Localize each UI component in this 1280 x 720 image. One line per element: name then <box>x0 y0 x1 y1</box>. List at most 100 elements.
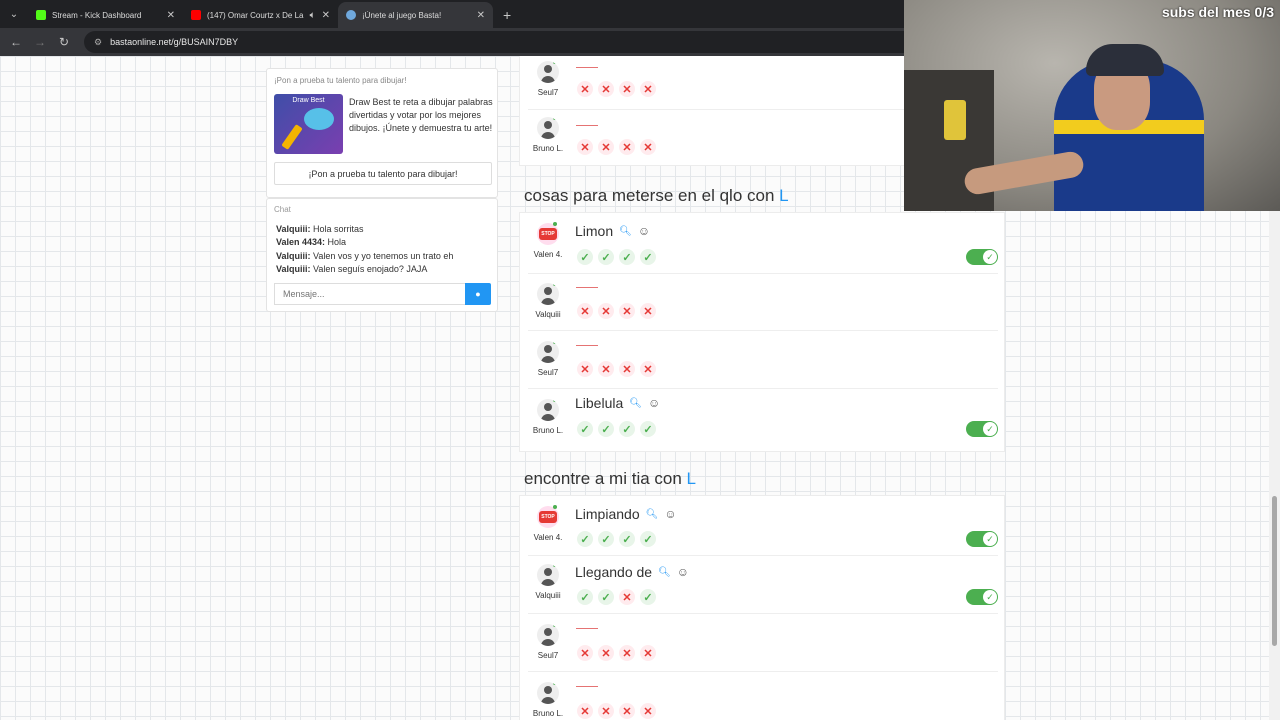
reject-icon[interactable]: ✕ <box>577 361 593 377</box>
answer-text: Llegando de 🔍︎ ☺ <box>575 564 689 580</box>
reject-icon[interactable]: ✕ <box>619 589 635 605</box>
approve-icon[interactable]: ✓ <box>598 589 614 605</box>
reject-icon[interactable]: ✕ <box>619 703 635 719</box>
site-info-icon[interactable]: ⚙ <box>94 37 102 48</box>
vote-icons: ✕ ✕ ✕ ✕ <box>577 703 656 719</box>
player-avatar: Bruno L. <box>530 117 566 153</box>
search-icon[interactable]: 🔍︎ <box>619 226 632 237</box>
online-dot <box>553 61 557 64</box>
search-icon[interactable]: 🔍︎ <box>629 398 642 409</box>
validity-toggle[interactable] <box>966 589 998 605</box>
user-icon <box>537 61 559 83</box>
player-name: Seul7 <box>537 368 559 377</box>
promo-button[interactable]: ¡Pon a prueba tu talento para dibujar! <box>274 162 492 185</box>
webcam-object <box>944 100 966 140</box>
speech-bubble-icon <box>304 108 334 130</box>
chat-header: Chat <box>274 205 291 214</box>
speaker-icon[interactable]: 🔈︎ <box>310 10 316 21</box>
reject-icon[interactable]: ✕ <box>640 645 656 661</box>
reject-icon[interactable]: ✕ <box>577 645 593 661</box>
empty-answer-dash <box>576 686 598 687</box>
stop-icon: STOP <box>537 222 559 245</box>
reject-icon[interactable]: ✕ <box>619 645 635 661</box>
reject-icon[interactable]: ✕ <box>640 303 656 319</box>
approve-icon[interactable]: ✓ <box>640 249 656 265</box>
answers-card-category-1: STOP Valen 4. Limon 🔍︎ ☺ ✓ ✓ ✓ ✓ Valquiii ✕… <box>519 212 1005 452</box>
player-avatar: Bruno L. <box>530 682 566 718</box>
reject-icon[interactable]: ✕ <box>577 303 593 319</box>
approve-icon[interactable]: ✓ <box>619 421 635 437</box>
close-icon[interactable]: ✕ <box>477 10 485 21</box>
tab-title: ¡Únete al juego Basta! <box>362 10 442 20</box>
reject-icon[interactable]: ✕ <box>640 81 656 97</box>
search-icon[interactable]: 🔍︎ <box>658 567 671 578</box>
approve-icon[interactable]: ✓ <box>598 531 614 547</box>
forward-arrow-icon[interactable]: → <box>30 32 50 52</box>
approve-icon[interactable]: ✓ <box>619 531 635 547</box>
back-arrow-icon[interactable]: ← <box>6 32 26 52</box>
validity-toggle[interactable] <box>966 421 998 437</box>
reject-icon[interactable]: ✕ <box>598 703 614 719</box>
reject-icon[interactable]: ✕ <box>619 81 635 97</box>
tab-basta[interactable]: ¡Únete al juego Basta! ✕ <box>338 2 493 28</box>
vote-icons: ✓ ✓ ✕ ✓ <box>577 589 656 605</box>
close-icon[interactable]: ✕ <box>322 10 330 21</box>
address-bar[interactable]: ⚙ bastaonline.net/g/BUSAIN7DBY <box>84 31 954 53</box>
approve-icon[interactable]: ✓ <box>598 421 614 437</box>
emoji-icon[interactable]: ☺ <box>648 396 660 410</box>
reject-icon[interactable]: ✕ <box>640 703 656 719</box>
online-dot <box>553 624 557 627</box>
reload-icon[interactable]: ↻ <box>54 32 74 52</box>
reject-icon[interactable]: ✕ <box>598 361 614 377</box>
reject-icon[interactable]: ✕ <box>598 303 614 319</box>
approve-icon[interactable]: ✓ <box>577 531 593 547</box>
stop-icon: STOP <box>537 505 559 528</box>
approve-icon[interactable]: ✓ <box>640 421 656 437</box>
tab-kick-dashboard[interactable]: Stream - Kick Dashboard ✕ <box>28 2 183 28</box>
basta-favicon-icon <box>346 10 356 20</box>
approve-icon[interactable]: ✓ <box>640 531 656 547</box>
reject-icon[interactable]: ✕ <box>598 81 614 97</box>
user-icon <box>537 341 559 363</box>
reject-icon[interactable]: ✕ <box>619 139 635 155</box>
chat-message-input[interactable] <box>274 283 466 305</box>
vote-icons: ✕ ✕ ✕ ✕ <box>577 361 656 377</box>
chat-message: Valquiii: Hola sorritas <box>276 224 364 234</box>
youtube-favicon-icon <box>191 10 201 20</box>
approve-icon[interactable]: ✓ <box>577 249 593 265</box>
reject-icon[interactable]: ✕ <box>640 361 656 377</box>
scrollbar-thumb[interactable] <box>1272 496 1277 646</box>
reject-icon[interactable]: ✕ <box>619 361 635 377</box>
new-tab-plus-icon[interactable]: + <box>493 2 521 28</box>
validity-toggle[interactable] <box>966 249 998 265</box>
emoji-icon[interactable]: ☺ <box>677 565 689 579</box>
approve-icon[interactable]: ✓ <box>577 589 593 605</box>
close-icon[interactable]: ✕ <box>167 10 175 21</box>
reject-icon[interactable]: ✕ <box>598 645 614 661</box>
approve-icon[interactable]: ✓ <box>577 421 593 437</box>
search-icon[interactable]: 🔍︎ <box>646 509 659 520</box>
approve-icon[interactable]: ✓ <box>619 249 635 265</box>
send-message-button[interactable]: ● <box>465 283 491 305</box>
reject-icon[interactable]: ✕ <box>619 303 635 319</box>
emoji-icon[interactable]: ☺ <box>664 507 676 521</box>
approve-icon[interactable]: ✓ <box>598 249 614 265</box>
validity-toggle[interactable] <box>966 531 998 547</box>
approve-icon[interactable]: ✓ <box>640 589 656 605</box>
tab-search-icon[interactable]: ⌄ <box>0 0 28 28</box>
vote-icons: ✕ ✕ ✕ ✕ <box>577 645 656 661</box>
reject-icon[interactable]: ✕ <box>598 139 614 155</box>
webcam-cap <box>1086 44 1164 76</box>
reject-icon[interactable]: ✕ <box>577 81 593 97</box>
empty-answer-dash <box>576 345 598 346</box>
answer-word: Libelula <box>575 395 624 411</box>
reject-icon[interactable]: ✕ <box>577 139 593 155</box>
online-dot <box>553 283 557 286</box>
chat-panel: Chat Valquiii: Hola sorritas Valen 4434:… <box>266 198 498 312</box>
reject-icon[interactable]: ✕ <box>577 703 593 719</box>
draw-best-image[interactable]: Draw Best <box>274 94 343 154</box>
emoji-icon[interactable]: ☺ <box>638 224 650 238</box>
reject-icon[interactable]: ✕ <box>640 139 656 155</box>
tab-youtube[interactable]: (147) Omar Courtz x De La 🔈︎ ✕ <box>183 2 338 28</box>
vote-icons: ✓ ✓ ✓ ✓ <box>577 249 656 265</box>
